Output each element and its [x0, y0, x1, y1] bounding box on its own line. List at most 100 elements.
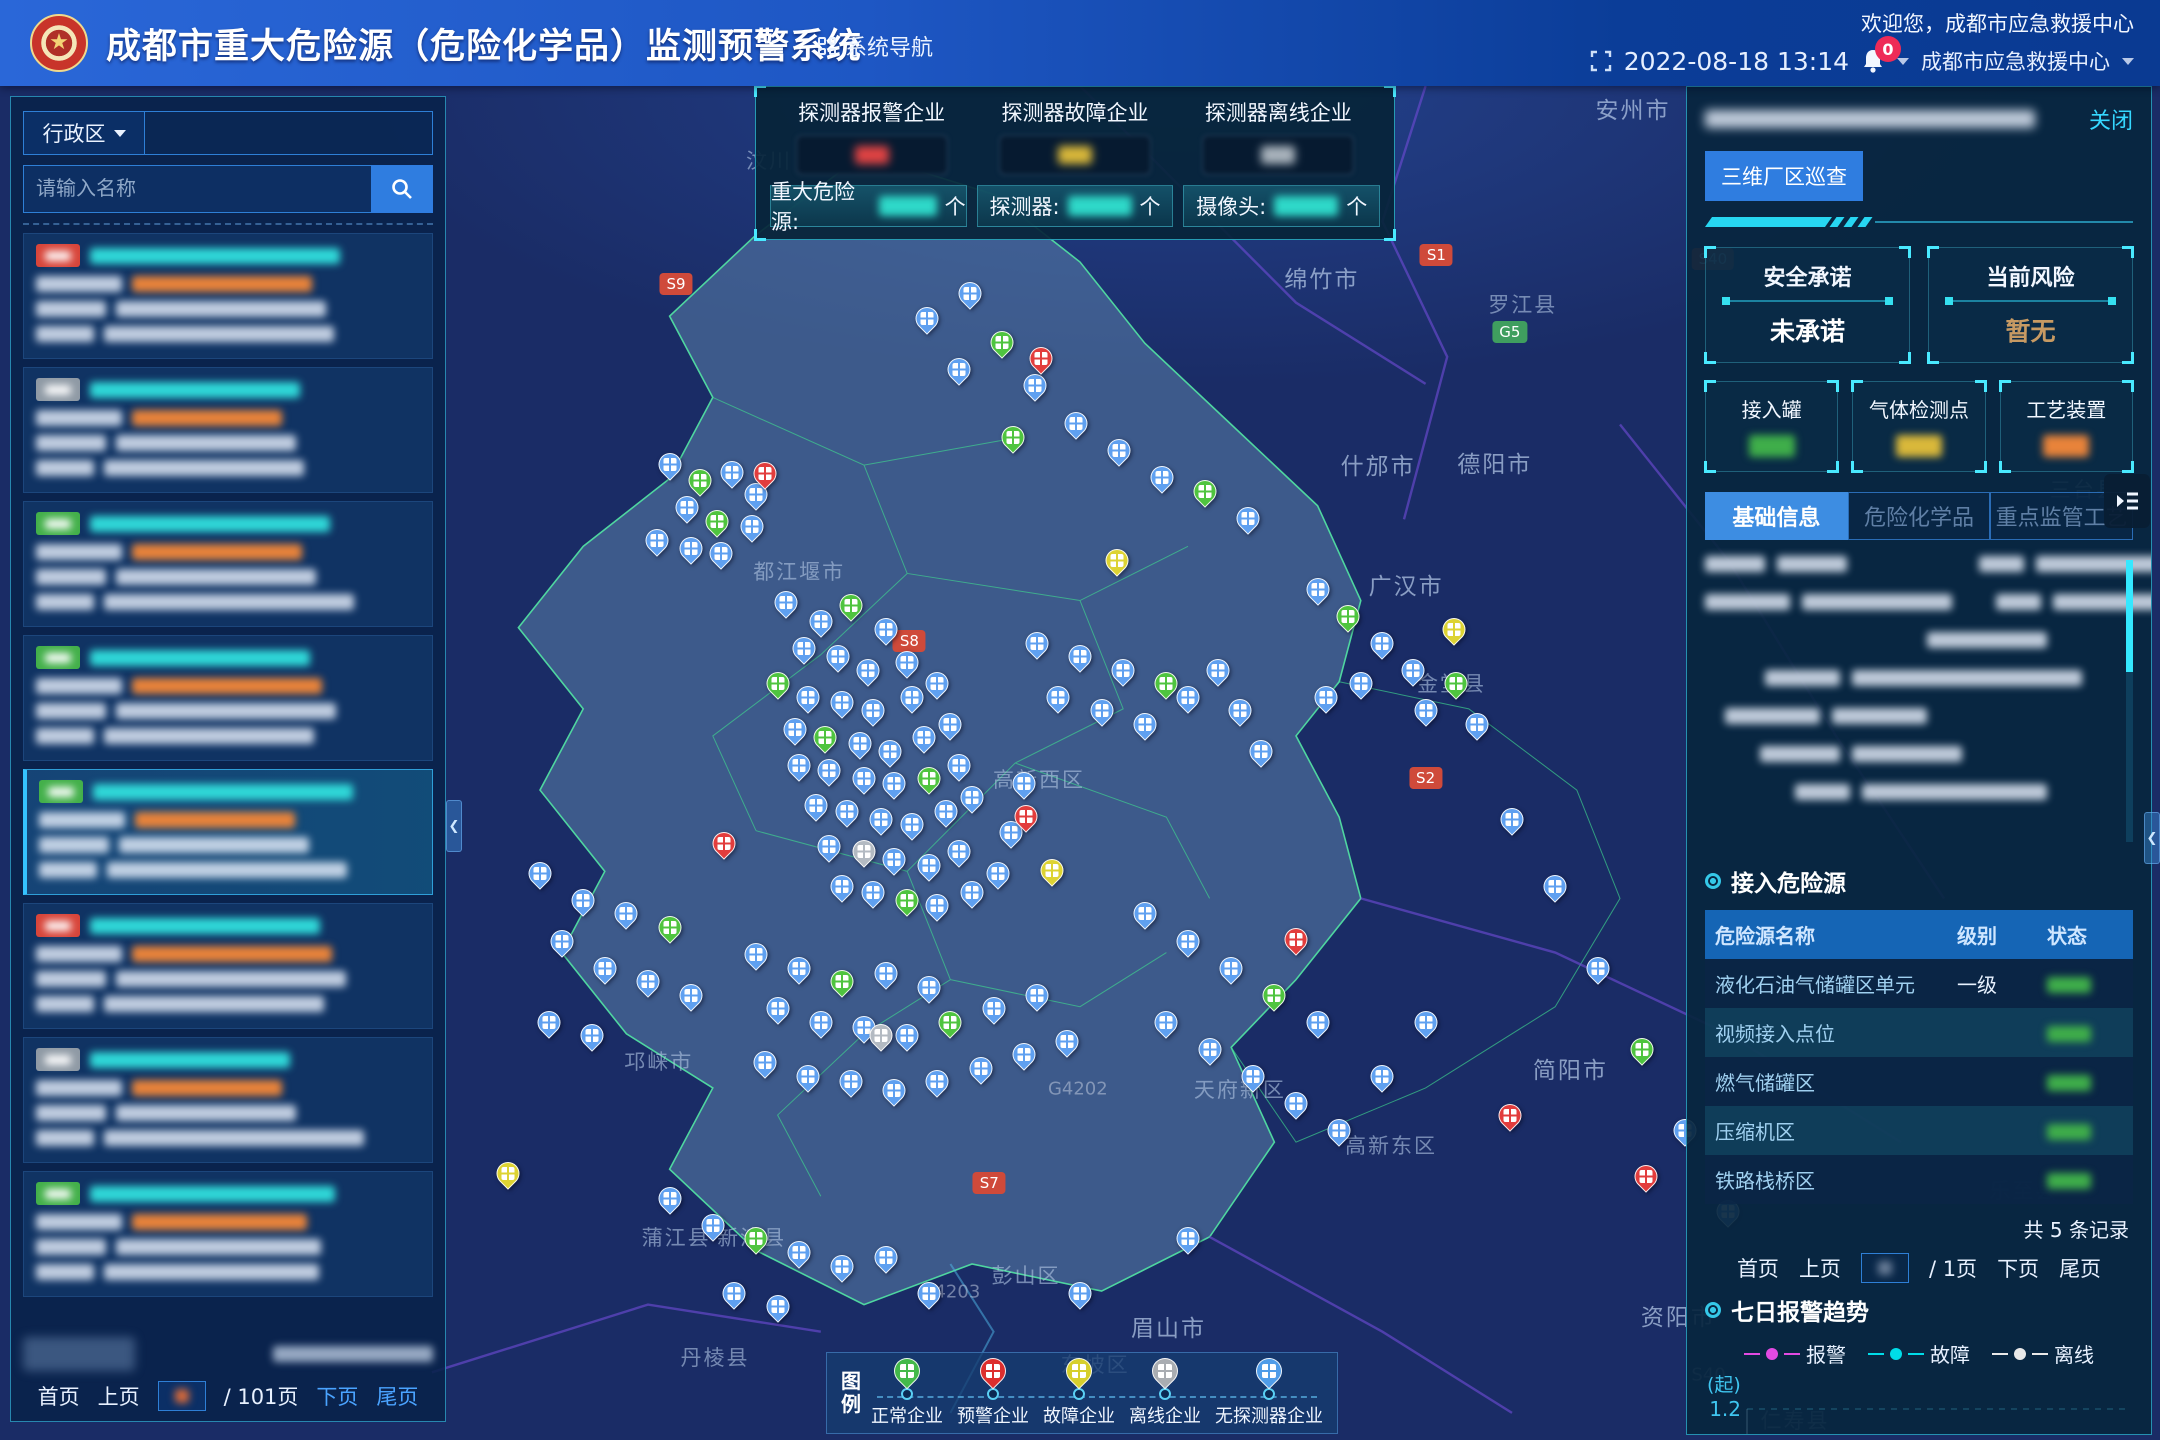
table-cell	[2037, 1057, 2133, 1106]
status-card-label: 当前风险	[1939, 260, 2122, 292]
pagination-last[interactable]: 尾页	[376, 1381, 418, 1411]
counter-label: 探测器:	[989, 191, 1059, 221]
search-input[interactable]	[23, 165, 371, 213]
company-card-header	[36, 646, 420, 669]
counter-label: 摄像头:	[1196, 191, 1266, 221]
hazard-name-cell: 液化石油气储罐区单元	[1705, 959, 1947, 1008]
table-row[interactable]: 燃气储罐区	[1705, 1057, 2133, 1106]
pagination-prev[interactable]: 上页	[98, 1381, 140, 1411]
company-card[interactable]	[23, 1171, 433, 1297]
metric-card-label: 工艺装置	[2007, 394, 2126, 423]
hazard-name-cell: 视频接入点位	[1705, 1008, 1947, 1057]
pagination-page-input[interactable]	[1861, 1253, 1909, 1283]
record-count-redacted	[273, 1346, 433, 1362]
company-type-row	[36, 410, 420, 426]
panel-collapse-handle[interactable]: ❮	[2144, 812, 2160, 864]
tag-text-blur	[45, 519, 71, 529]
pagination-next[interactable]: 下页	[1997, 1253, 2039, 1283]
counter-unit: 个	[945, 191, 966, 221]
chart-legend-item[interactable]: 报警	[1744, 1339, 1846, 1368]
notification-bell-icon[interactable]: 0	[1861, 48, 1885, 74]
detail-pagination: 首页 上页 / 1页 下页 尾页	[1705, 1253, 2133, 1283]
panel-scrollbar[interactable]	[2126, 560, 2133, 842]
legend-line	[1992, 1353, 2008, 1355]
table-cell	[2037, 1008, 2133, 1057]
company-card[interactable]	[23, 501, 433, 627]
company-card[interactable]	[23, 635, 433, 761]
pagination-last[interactable]: 尾页	[2059, 1253, 2101, 1283]
region-filter-dropdown[interactable]: 行政区	[23, 111, 145, 155]
field-value-redacted	[132, 410, 282, 426]
field-value-redacted	[116, 971, 346, 987]
company-card[interactable]	[23, 1037, 433, 1163]
map-place-label: 高新西区	[993, 764, 1085, 794]
counter-box: 重大危险源:个	[770, 185, 967, 227]
sidebar-collapse-handle[interactable]: ❮	[446, 800, 462, 852]
search-button[interactable]	[371, 165, 433, 213]
table-row[interactable]: 视频接入点位	[1705, 1008, 2133, 1057]
chart-legend-item[interactable]: 离线	[1992, 1339, 2094, 1368]
status-card-value: 暂无	[1939, 312, 2122, 348]
field-label-redacted	[36, 276, 122, 292]
user-org-dropdown[interactable]: 成都市应急救援中心	[1921, 46, 2110, 76]
pagination-total: / 1页	[1929, 1253, 1977, 1283]
field-value-redacted	[116, 1239, 321, 1255]
table-row[interactable]: 液化石油气储罐区单元一级	[1705, 959, 2133, 1008]
company-card[interactable]	[23, 769, 433, 895]
company-card[interactable]	[23, 233, 433, 359]
road-label: S8	[893, 630, 926, 652]
pagination-first[interactable]: 首页	[38, 1381, 80, 1411]
map-place-label: 绵竹市	[1284, 260, 1359, 294]
company-address-row	[36, 326, 420, 342]
table-row[interactable]: 压缩机区	[1705, 1106, 2133, 1155]
pagination-next[interactable]: 下页	[316, 1381, 358, 1411]
map-place-label: 安州市	[1595, 91, 1670, 125]
table-cell	[2037, 959, 2133, 1008]
company-type-row	[36, 544, 420, 560]
plant-3d-tour-button[interactable]: 三维厂区巡查	[1705, 151, 1863, 201]
company-contact-row	[36, 435, 420, 451]
region-filter-value-field[interactable]	[145, 111, 433, 155]
status-card-value: 未承诺	[1716, 312, 1899, 348]
panel-toggle-button[interactable]	[2104, 474, 2150, 528]
field-label-redacted	[36, 410, 122, 426]
pagination-page-input[interactable]	[158, 1381, 206, 1411]
sidebar-pagination: 首页 上页 / 101页 下页 尾页	[23, 1381, 433, 1411]
section-bullet-icon	[1705, 1302, 1721, 1318]
road-label: S9	[660, 273, 693, 295]
caret-down-icon	[114, 130, 126, 137]
fullscreen-icon[interactable]	[1590, 50, 1612, 72]
company-name-redacted	[90, 650, 310, 666]
field-label-redacted	[36, 1105, 106, 1121]
page-size-select-redacted[interactable]	[23, 1337, 135, 1371]
map-place-label: 简阳市	[1533, 1051, 1608, 1085]
stat-value-redacted	[999, 135, 1151, 175]
pagination-first[interactable]: 首页	[1737, 1253, 1779, 1283]
table-header: 危险源名称	[1705, 910, 1947, 959]
road-label: S1	[1420, 244, 1453, 266]
app-logo-emblem: ★	[30, 14, 88, 72]
metric-card-label: 气体检测点	[1859, 394, 1978, 423]
company-card-header	[39, 780, 420, 803]
close-panel-link[interactable]: 关闭	[2089, 103, 2133, 135]
table-row[interactable]: 铁路栈桥区	[1705, 1155, 2133, 1204]
field-value-redacted	[116, 301, 326, 317]
caret-down-icon	[1897, 58, 1909, 65]
chart-legend-item[interactable]: 故障	[1868, 1339, 1970, 1368]
seven-day-alarm-trend-chart: 00.30.60.91.28-128-138-148-158-168-178-1…	[1705, 1397, 2129, 1435]
field-label-redacted	[36, 594, 94, 610]
field-value-redacted	[132, 544, 302, 560]
table-cell	[1947, 1008, 2037, 1057]
system-nav-menu[interactable]: 系统导航	[818, 30, 933, 62]
stat-value-redacted	[1202, 135, 1354, 175]
company-card[interactable]	[23, 367, 433, 493]
tab-危险化学品[interactable]: 危险化学品	[1848, 492, 1991, 540]
legend-label: 离线企业	[1129, 1402, 1201, 1428]
field-label-redacted	[36, 728, 94, 744]
counter-value-redacted	[879, 196, 936, 216]
legend-line	[1784, 1353, 1800, 1355]
legend-node-icon	[1159, 1388, 1171, 1400]
tab-基础信息[interactable]: 基础信息	[1705, 492, 1848, 540]
pagination-prev[interactable]: 上页	[1799, 1253, 1841, 1283]
company-card[interactable]	[23, 903, 433, 1029]
